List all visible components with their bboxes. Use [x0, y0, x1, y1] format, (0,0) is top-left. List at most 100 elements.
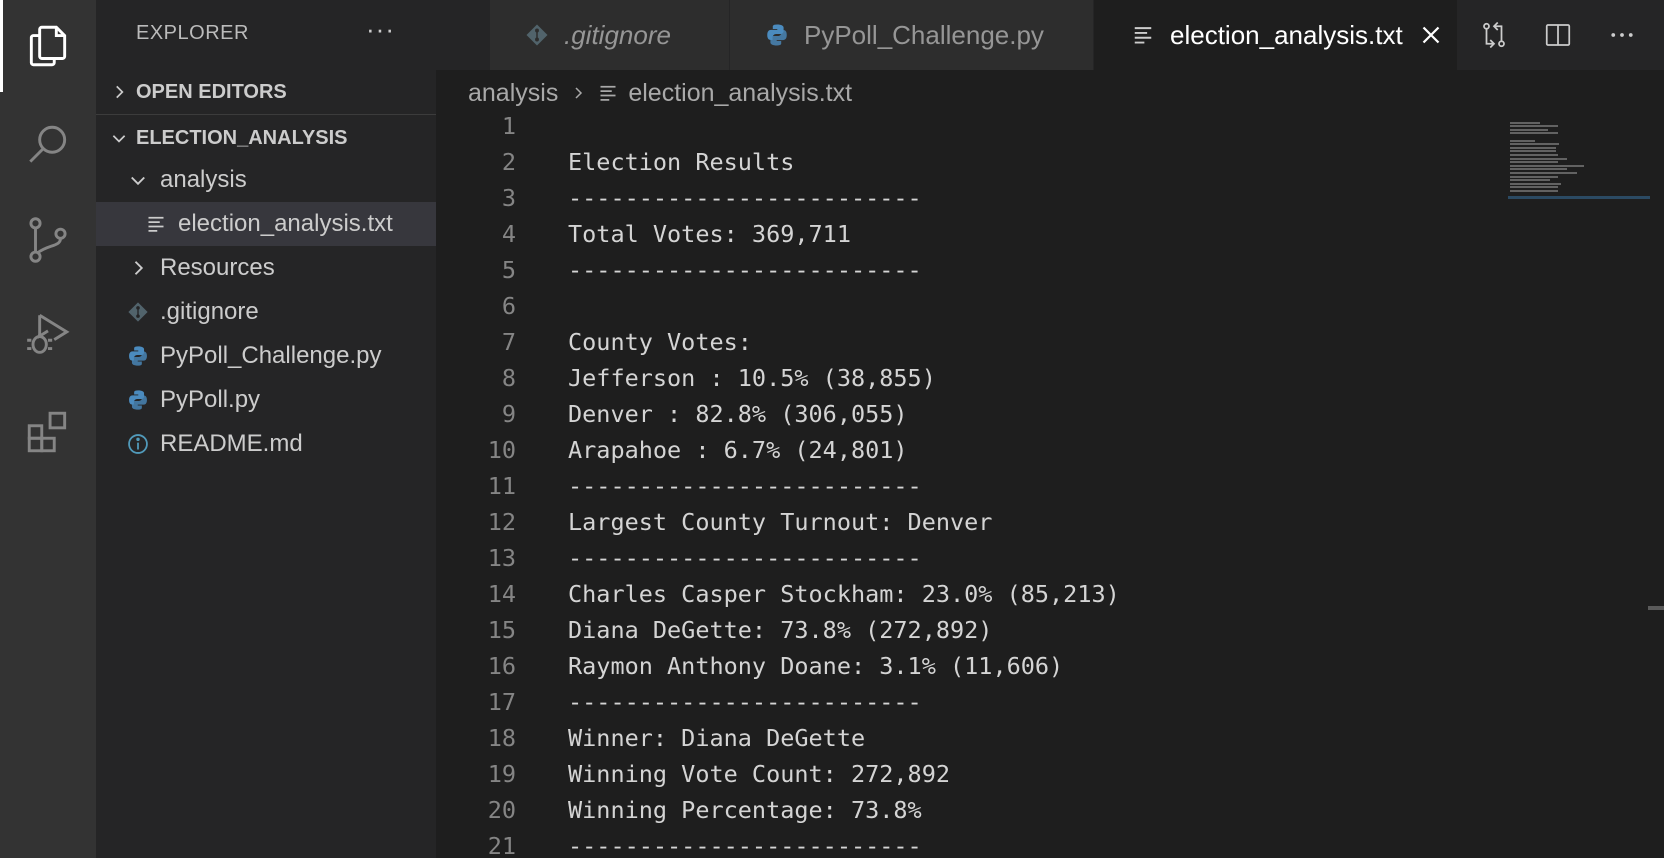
more-actions-icon[interactable]: ··· — [366, 14, 395, 45]
minimap-line — [1510, 157, 1567, 160]
code-line[interactable]: 1 — [436, 116, 1496, 144]
minimap-line — [1510, 150, 1556, 153]
more-actions-button[interactable] — [1590, 0, 1654, 70]
code-line[interactable]: 15 Diana DeGette: 73.8% (272,892) — [436, 612, 1496, 648]
open-editors-section[interactable]: OPEN EDITORS — [96, 70, 436, 114]
code-line[interactable]: 9 Denver : 82.8% (306,055) — [436, 396, 1496, 432]
tree-item-label: PyPoll.py — [160, 386, 261, 413]
tree-file-pypoll[interactable]: PyPoll.py — [96, 378, 436, 422]
explorer-activity-button[interactable] — [0, 0, 96, 92]
code-line[interactable]: 16 Raymon Anthony Doane: 3.1% (11,606) — [436, 648, 1496, 684]
info-icon — [124, 430, 152, 458]
tree-folder-resources[interactable]: Resources — [96, 246, 436, 290]
breadcrumb-folder[interactable]: analysis — [468, 79, 558, 108]
minimap-line — [1510, 132, 1558, 135]
line-number: 8 — [501, 364, 516, 392]
tree-item-label: PyPoll_Challenge.py — [160, 342, 382, 369]
code-line[interactable]: 7 County Votes: — [436, 324, 1496, 360]
breadcrumb: analysis election_analysis.txt — [436, 70, 1664, 116]
minimap-line — [1510, 121, 1541, 124]
minimap-line — [1510, 186, 1558, 189]
tree-folder-analysis[interactable]: analysis — [96, 158, 436, 202]
line-number: 9 — [501, 400, 516, 428]
line-text: Denver : 82.8% (306,055) — [568, 400, 908, 428]
python-icon — [124, 342, 152, 370]
tab-gitignore[interactable]: .gitignore — [490, 0, 730, 70]
search-activity-button[interactable] — [0, 100, 96, 192]
line-number: 16 — [487, 652, 516, 680]
line-number: 20 — [487, 796, 516, 824]
minimap-viewport[interactable] — [1508, 196, 1650, 199]
code-line[interactable]: 21 ------------------------- — [436, 828, 1496, 858]
line-number: 13 — [487, 544, 516, 572]
git-icon — [124, 298, 152, 326]
minimap-line — [1510, 172, 1577, 174]
minimap-line — [1510, 175, 1558, 178]
tree-file-readme[interactable]: README.md — [96, 422, 436, 466]
editor-tabs: .gitignore PyPoll_Challenge.py election_… — [436, 0, 1664, 70]
python-icon — [124, 386, 152, 414]
tree-item-label: Resources — [160, 254, 275, 281]
split-editor-icon — [1545, 24, 1571, 46]
line-number: 2 — [501, 148, 516, 176]
run-debug-icon — [27, 314, 70, 354]
breadcrumb-file[interactable]: election_analysis.txt — [628, 79, 852, 108]
line-text: Diana DeGette: 73.8% (272,892) — [568, 616, 993, 644]
line-text: Winning Percentage: 73.8% — [568, 796, 922, 824]
minimap-line — [1510, 179, 1550, 182]
code-line[interactable]: 10 Arapahoe : 6.7% (24,801) — [436, 432, 1496, 468]
tree-item-label: analysis — [160, 166, 247, 193]
line-number: 12 — [487, 508, 516, 536]
code-line[interactable]: 14 Charles Casper Stockham: 23.0% (85,213… — [436, 576, 1496, 612]
code-line[interactable]: 5 ------------------------- — [436, 252, 1496, 288]
minimap[interactable] — [1508, 116, 1650, 858]
run-debug-activity-button[interactable] — [0, 288, 96, 380]
minimap-line — [1510, 146, 1556, 149]
project-section[interactable]: ELECTION_ANALYSIS — [96, 116, 436, 160]
minimap-line — [1510, 139, 1535, 142]
chevron-down-icon — [96, 129, 136, 147]
git-icon — [522, 20, 552, 50]
tab-pypoll-challenge[interactable]: PyPoll_Challenge.py — [730, 0, 1094, 70]
code-line[interactable]: 4 Total Votes: 369,711 — [436, 216, 1496, 252]
search-icon — [29, 125, 67, 163]
tree-file-gitignore[interactable]: .gitignore — [96, 290, 436, 334]
source-control-activity-button[interactable] — [0, 194, 96, 286]
code-line[interactable]: 20 Winning Percentage: 73.8% — [436, 792, 1496, 828]
code-line[interactable]: 13 ------------------------- — [436, 540, 1496, 576]
chevron-down-icon — [124, 166, 152, 194]
line-text: Total Votes: 369,711 — [568, 220, 851, 248]
code-line[interactable]: 18 Winner: Diana DeGette — [436, 720, 1496, 756]
tab-label: election_analysis.txt — [1170, 19, 1403, 50]
line-number: 21 — [487, 832, 516, 858]
line-text: Raymon Anthony Doane: 3.1% (11,606) — [568, 652, 1064, 680]
code-editor[interactable]: 1 2 Election Results 3 ---------------------… — [436, 116, 1664, 858]
line-number: 10 — [487, 436, 516, 464]
code-line[interactable]: 19 Winning Vote Count: 272,892 — [436, 756, 1496, 792]
split-editor-button[interactable] — [1526, 0, 1590, 70]
line-text: ------------------------- — [568, 472, 922, 500]
tree-file-pypoll-challenge[interactable]: PyPoll_Challenge.py — [96, 334, 436, 378]
scrollbar-thumb[interactable] — [1648, 606, 1664, 610]
code-line[interactable]: 3 ------------------------- — [436, 180, 1496, 216]
line-text: Winner: Diana DeGette — [568, 724, 866, 752]
open-changes-button[interactable] — [1462, 0, 1526, 70]
code-line[interactable]: 8 Jefferson : 10.5% (38,855) — [436, 360, 1496, 396]
line-number: 18 — [487, 724, 516, 752]
line-number: 19 — [487, 760, 516, 788]
tree-file-election-analysis[interactable]: election_analysis.txt — [96, 202, 436, 246]
code-line[interactable]: 12 Largest County Turnout: Denver — [436, 504, 1496, 540]
line-number: 5 — [501, 256, 516, 284]
line-text: ------------------------- — [568, 256, 922, 284]
code-line[interactable]: 2 Election Results — [436, 144, 1496, 180]
extensions-activity-button[interactable] — [0, 386, 96, 478]
line-text: Charles Casper Stockham: 23.0% (85,213) — [568, 580, 1120, 608]
tree-item-label: README.md — [160, 430, 303, 457]
tab-election-analysis[interactable]: election_analysis.txt — [1094, 0, 1458, 70]
code-line[interactable]: 11 ------------------------- — [436, 468, 1496, 504]
code-line[interactable]: 6 — [436, 288, 1496, 324]
text-file-icon — [142, 210, 170, 238]
line-number: 14 — [487, 580, 516, 608]
close-icon[interactable] — [1419, 23, 1443, 47]
code-line[interactable]: 17 ------------------------- — [436, 684, 1496, 720]
